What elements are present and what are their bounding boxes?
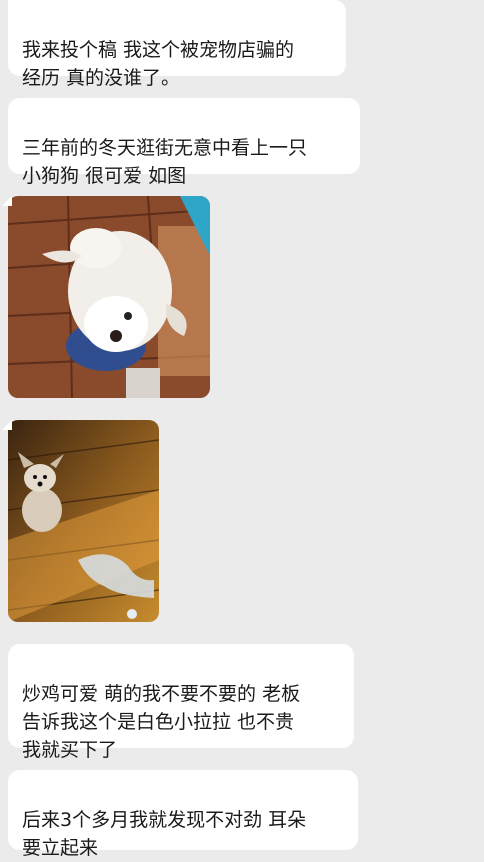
- message-bubble[interactable]: 我来投个稿 我这个被宠物店骗的 经历 真的没谁了。: [8, 0, 346, 89]
- photo-message[interactable]: [8, 196, 210, 398]
- message-text: 三年前的冬天逛街无意中看上一只 小狗狗 很可爱 如图: [22, 137, 308, 187]
- message-bubble[interactable]: 三年前的冬天逛街无意中看上一只 小狗狗 很可爱 如图: [8, 98, 360, 187]
- message-bubble[interactable]: 炒鸡可爱 萌的我不要不要的 老板 告诉我这个是白色小拉拉 也不贵 我就买下了: [8, 644, 354, 761]
- message-text: 我来投个稿 我这个被宠物店骗的 经历 真的没谁了。: [22, 39, 295, 89]
- puppy-on-wood-floor-photo-icon: [8, 420, 159, 622]
- message-text: 炒鸡可爱 萌的我不要不要的 老板 告诉我这个是白色小拉拉 也不贵 我就买下了: [22, 683, 301, 761]
- message-bubble[interactable]: 后来3个多月我就发现不对劲 耳朵 要立起来: [8, 770, 358, 859]
- white-puppy-photo-icon: [8, 196, 210, 398]
- bubble-tail: [2, 420, 12, 430]
- bubble-tail: [2, 196, 12, 206]
- photo-message[interactable]: [8, 420, 159, 622]
- message-text: 后来3个多月我就发现不对劲 耳朵 要立起来: [22, 809, 307, 859]
